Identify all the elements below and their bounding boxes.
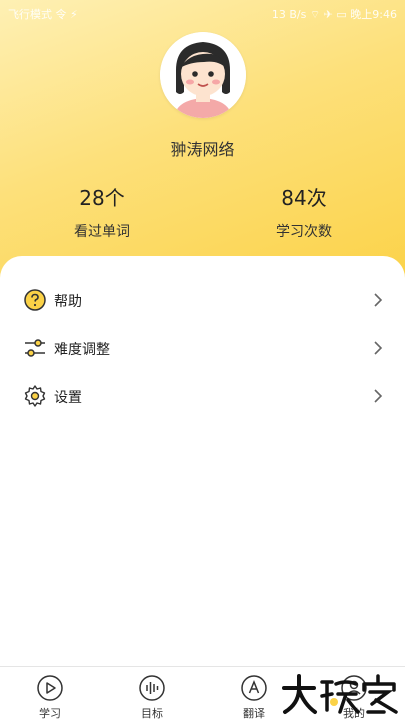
tab-translate[interactable]: 翻译 — [224, 667, 284, 721]
status-right: 13 B/s ⌔ ✈ ▭ 晚上9:46 — [271, 8, 397, 21]
profile-header: 飞行模式 令 ⚡ 13 B/s ⌔ ✈ ▭ 晚上9:46 翀涛网络 28个 看过… — [0, 0, 405, 290]
stat-value: 84次 — [281, 186, 327, 210]
help-icon — [24, 289, 46, 311]
menu-item-label: 难度调整 — [54, 342, 110, 358]
chevron-right-icon — [374, 341, 383, 355]
stat-words-seen: 28个 看过单词 — [22, 182, 182, 241]
sliders-icon — [25, 339, 45, 357]
stat-study-count: 84次 学习次数 — [224, 182, 384, 241]
tab-label: 目标 — [141, 707, 163, 720]
stat-label: 学习次数 — [276, 224, 332, 240]
menu-item-difficulty[interactable]: 难度调整 — [0, 325, 405, 373]
username: 翀涛网络 — [170, 140, 235, 159]
status-left: 飞行模式 令 ⚡ — [8, 8, 78, 21]
menu-item-label: 帮助 — [54, 294, 82, 310]
watermark-logo — [282, 674, 398, 714]
menu-item-label: 设置 — [54, 390, 82, 406]
play-icon — [37, 675, 63, 701]
waveform-icon — [139, 675, 165, 701]
avatar[interactable] — [160, 32, 246, 118]
stat-label: 看过单词 — [74, 224, 130, 240]
tab-goal[interactable]: 目标 — [122, 667, 182, 721]
tab-label: 翻译 — [243, 707, 265, 720]
chevron-right-icon — [374, 293, 383, 307]
menu-item-help[interactable]: 帮助 — [0, 277, 405, 325]
status-bar: 飞行模式 令 ⚡ 13 B/s ⌔ ✈ ▭ 晚上9:46 — [0, 0, 405, 26]
menu-item-settings[interactable]: 设置 — [0, 373, 405, 421]
stat-value: 28个 — [79, 186, 125, 210]
menu-card: 帮助 难度调整 设置 — [0, 256, 405, 666]
tab-label: 学习 — [39, 707, 61, 720]
chevron-right-icon — [374, 389, 383, 403]
translate-icon — [241, 675, 267, 701]
tab-study[interactable]: 学习 — [20, 667, 80, 721]
gear-icon — [24, 385, 46, 407]
